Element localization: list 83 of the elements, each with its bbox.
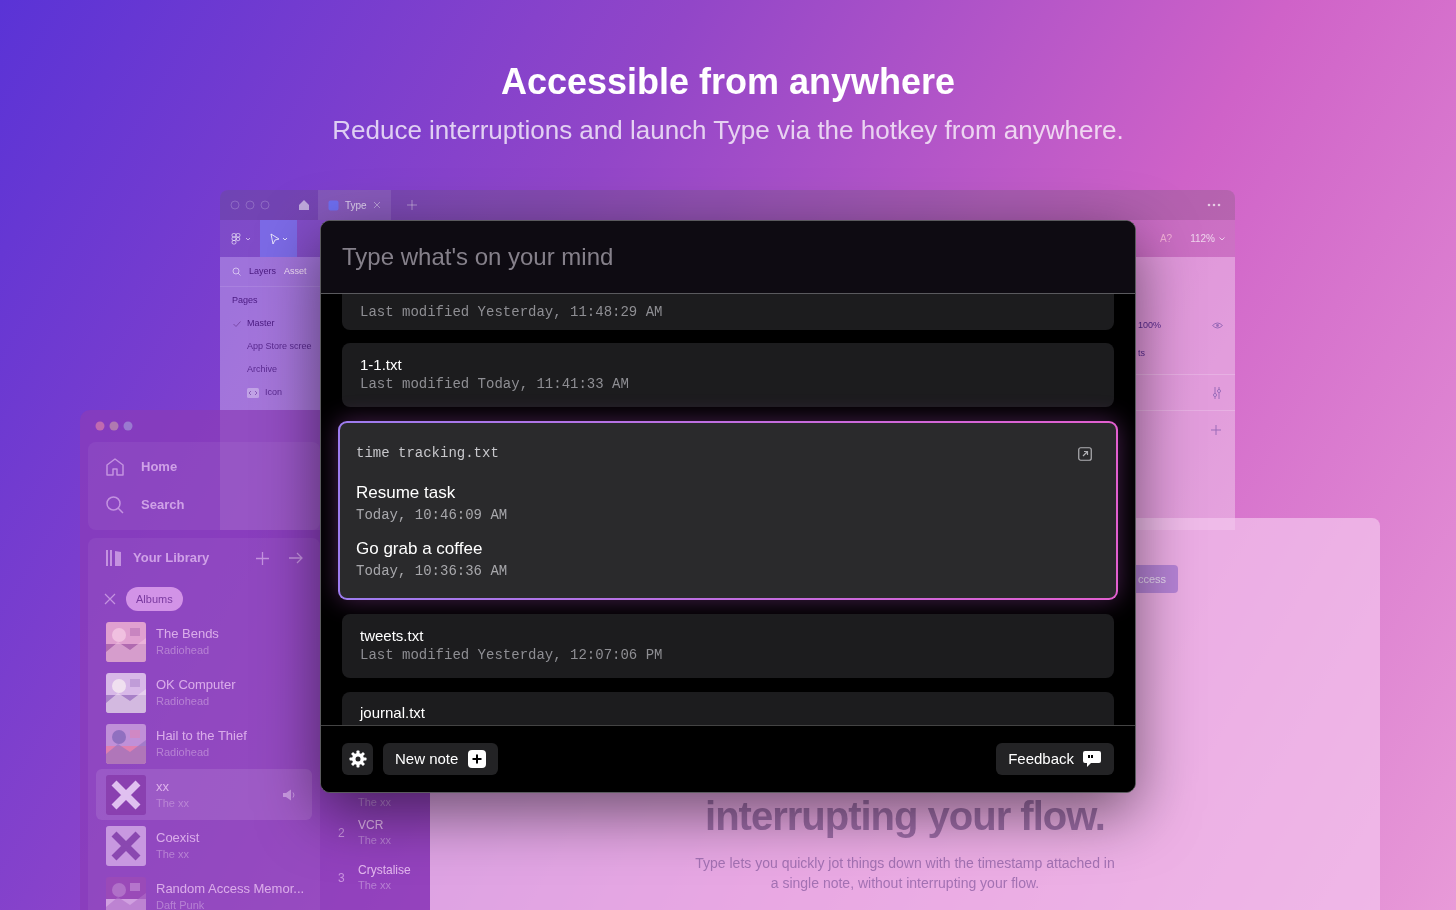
- zoom-dropdown[interactable]: 112%: [1190, 231, 1225, 246]
- chevron-down-icon: [1219, 236, 1225, 241]
- album-title: xx: [156, 778, 170, 795]
- settings-button[interactable]: [342, 743, 373, 775]
- note-card[interactable]: tweets.txt Last modified Yesterday, 12:07:06 PM: [342, 614, 1114, 678]
- album-artist: Radiohead: [156, 694, 211, 709]
- home-icon: [105, 457, 125, 477]
- arrow-right-icon[interactable]: [289, 552, 303, 564]
- entry-text: Resume task: [356, 482, 457, 504]
- window-controls-icon: [230, 200, 270, 210]
- note-subtitle: Last modified Today, 11:41:33 AM: [360, 375, 630, 394]
- search-field[interactable]: Type what's on your mind: [321, 221, 1135, 294]
- close-icon[interactable]: [104, 593, 116, 605]
- track-row[interactable]: 3 Crystalise The xx: [338, 855, 430, 900]
- note-subtitle: Last modified Yesterday, 12:07:06 PM: [360, 646, 664, 665]
- home-icon[interactable]: [298, 199, 310, 211]
- settings-icon: [348, 750, 367, 768]
- album-title: Coexist: [156, 829, 200, 846]
- album-row[interactable]: OK Computer Radiohead: [96, 667, 312, 718]
- panel-tab[interactable]: Layers: [249, 264, 276, 279]
- speech-bubble-icon: [1082, 750, 1102, 768]
- note-filename: time tracking.txt: [356, 444, 499, 463]
- new-note-button[interactable]: New note: [383, 743, 499, 775]
- panel-tab[interactable]: Asset: [284, 264, 307, 279]
- album-title: Hail to the Thief: [156, 727, 247, 744]
- plus-icon: [468, 750, 487, 768]
- sliders-icon[interactable]: [1212, 386, 1222, 399]
- page-heading: interrupting your flow.: [705, 793, 1105, 839]
- tab[interactable]: Type: [318, 190, 391, 220]
- album-row[interactable]: The Bends Radiohead: [96, 616, 312, 667]
- track-number: 3: [338, 869, 346, 887]
- eye-icon[interactable]: [1212, 322, 1223, 330]
- cursor-icon: [268, 232, 289, 245]
- opacity-value: 100%: [1138, 319, 1162, 332]
- note-card[interactable]: time tracking.txt Resume task Today, 10:46:09 AM Go grab a coffee Today, 10:36:36 AM: [338, 421, 1118, 600]
- hero-subtitle: Reduce interruptions and launch Type via the hotkey from anywhere.: [332, 114, 1124, 146]
- code-icon: [247, 387, 259, 398]
- search-icon: [232, 267, 241, 276]
- track-title: VCR: [358, 817, 385, 833]
- album-title: Random Access Memor...: [156, 880, 305, 897]
- search-icon: [105, 495, 125, 515]
- page-item[interactable]: Icon: [220, 381, 320, 404]
- note-title: journal.txt: [360, 704, 427, 722]
- cta-button[interactable]: ccess: [1136, 565, 1179, 593]
- album-artist: Radiohead: [156, 643, 211, 658]
- filter-chip[interactable]: Albums: [126, 587, 183, 611]
- library-icon: [105, 549, 123, 567]
- page-item[interactable]: Master: [220, 312, 320, 335]
- window-controls-icon: [95, 421, 133, 431]
- cursor-tool-button[interactable]: [260, 220, 297, 257]
- library-title: Your Library: [133, 549, 210, 568]
- entry-text: Go grab a coffee: [356, 538, 484, 560]
- album-row[interactable]: Hail to the Thief Radiohead: [96, 718, 312, 769]
- speaker-icon: [282, 788, 296, 801]
- section-heading: Pages: [231, 294, 259, 307]
- open-external-icon[interactable]: [1078, 446, 1092, 461]
- entry-time: Today, 10:36:36 AM: [356, 562, 509, 581]
- layer-label: ts: [1137, 346, 1146, 360]
- check-icon: [233, 320, 241, 327]
- track-artist: The xx: [358, 878, 392, 893]
- font-status: A?: [1159, 232, 1173, 246]
- track-title: Crystalise: [358, 862, 411, 878]
- feedback-button[interactable]: Feedback: [996, 743, 1114, 775]
- plus-icon[interactable]: [1211, 425, 1221, 435]
- entry-time: Today, 10:46:09 AM: [356, 506, 509, 525]
- album-title: OK Computer: [156, 676, 236, 693]
- album-artist: Radiohead: [156, 745, 211, 760]
- hero-title: Accessible from anywhere: [500, 60, 956, 104]
- track-number: 2: [338, 824, 346, 842]
- note-title: tweets.txt: [360, 627, 425, 645]
- page-description: Type lets you quickly jot things down with the timestamp attached in a single note, without interrupting your flow.: [695, 854, 1115, 893]
- more-icon[interactable]: [1207, 203, 1221, 207]
- album-title: The Bends: [156, 625, 219, 642]
- note-card[interactable]: journal.txt: [342, 692, 1114, 725]
- note-card[interactable]: 1-1.txt Last modified Today, 11:41:33 AM: [342, 343, 1114, 407]
- page-item[interactable]: App Store scree: [220, 335, 320, 358]
- note-title: 1-1.txt: [360, 356, 403, 374]
- note-card[interactable]: Last modified Yesterday, 11:48:29 AM: [342, 294, 1114, 330]
- nav-item[interactable]: Search: [88, 486, 320, 524]
- tab-label: Type: [345, 198, 367, 213]
- nav-item[interactable]: Home: [88, 448, 320, 486]
- note-subtitle: Last modified Yesterday, 11:48:29 AM: [360, 303, 664, 322]
- page-item[interactable]: Archive: [220, 358, 320, 381]
